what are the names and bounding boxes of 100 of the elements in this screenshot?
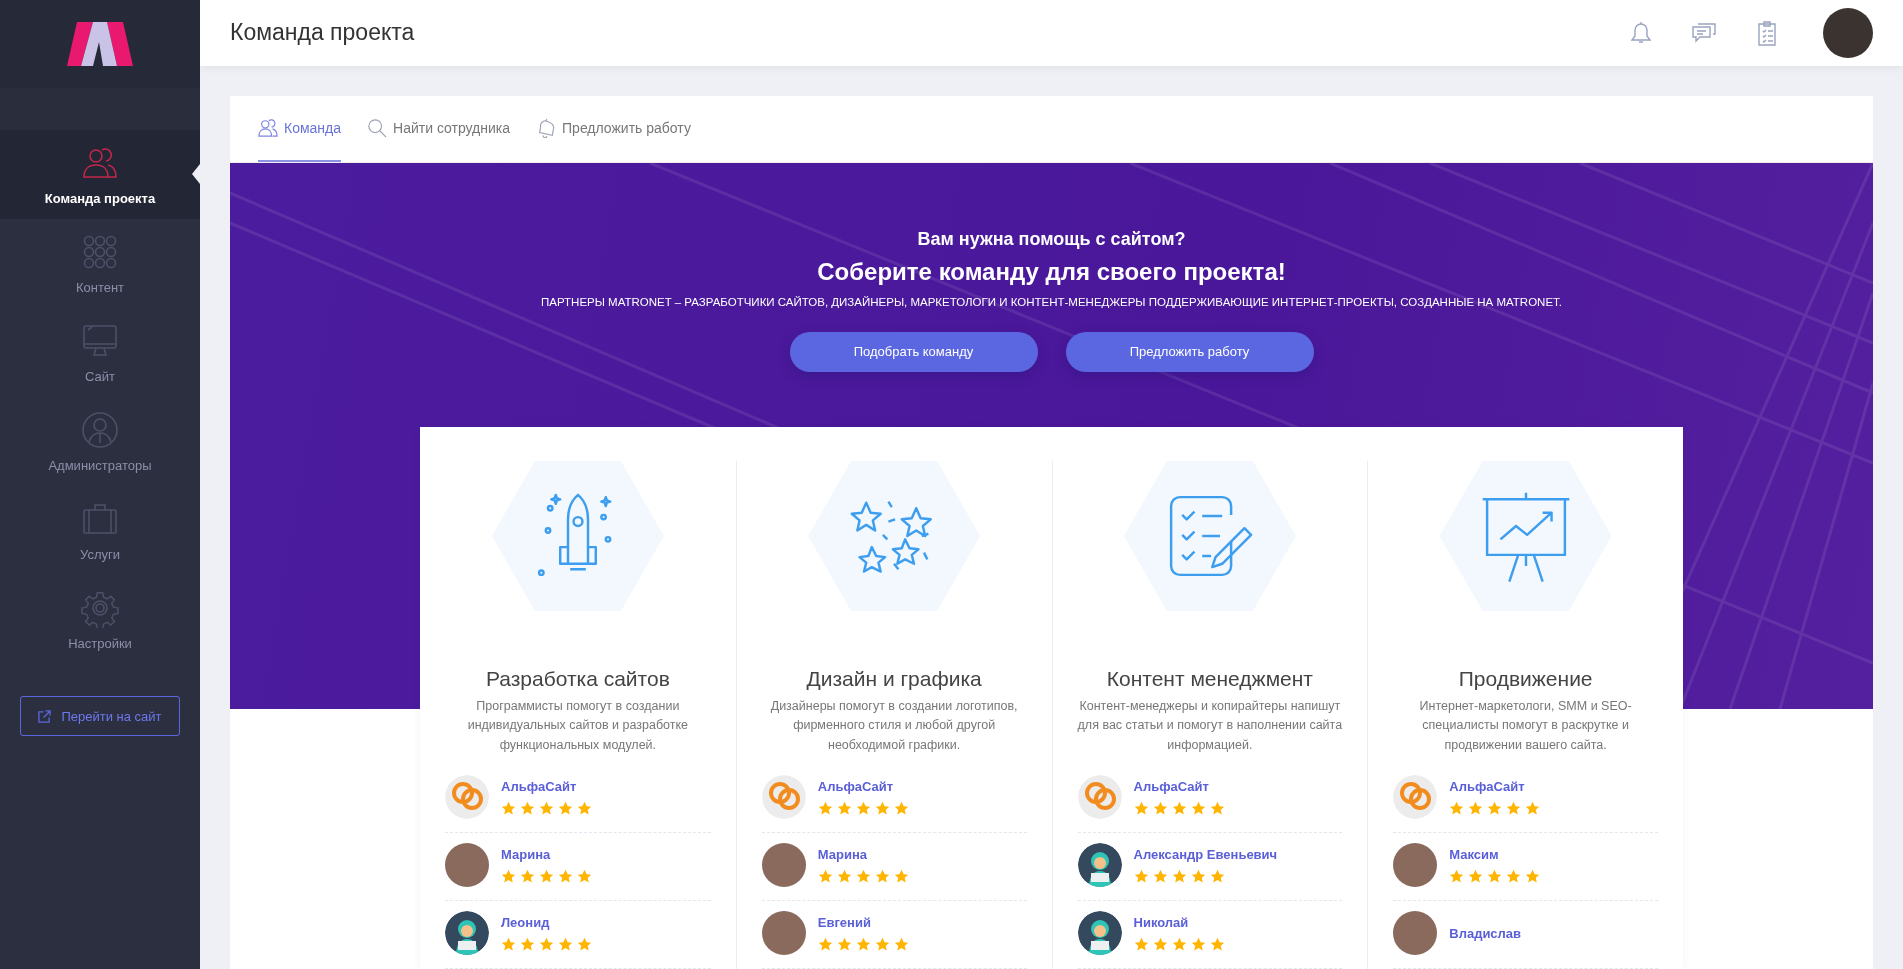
star-icon — [874, 936, 890, 952]
star-icon — [520, 868, 535, 884]
company-logo-icon — [445, 775, 489, 819]
category-title: Разработка сайтов — [485, 666, 670, 691]
member-name[interactable]: Александр Евеньевич — [1133, 846, 1278, 862]
banner-headline: Соберите команду для своего проекта! — [816, 257, 1287, 286]
avatar-silhouette-icon — [445, 911, 489, 955]
member-name[interactable]: Николай — [1133, 914, 1225, 930]
category-description: Дизайнеры помогут в создании логотипов, фирменного стиля и любой другой необходимой графики. — [769, 697, 1019, 754]
avatar-silhouette-icon — [1077, 843, 1122, 887]
category-description: Контент-менеджеры и копирайтеры напишут для вас статьи и помогут в наполнении сайта информацией. — [1077, 697, 1343, 754]
banner-button[interactable]: Предложить работу — [1065, 331, 1314, 372]
star-icon — [1468, 800, 1484, 816]
star-icon — [501, 936, 516, 952]
bell-icon[interactable] — [1629, 20, 1653, 45]
photo-placeholder — [761, 843, 806, 887]
banner-subtitle: ПАРТНЕРЫ MATRONET – РАЗРАБОТЧИКИ САЙТОВ, ДИЗАЙНЕРЫ, МАРКЕТОЛОГИ И КОНТЕНТ-МЕНЕДЖЕРЫ ПОДДЕРЖИВАЮЩИЕ ИНТЕРНЕТ-ПРОЕКТЫ, СОЗДАННЫЕ НА MATRONET. — [539, 295, 1564, 308]
star-icon — [577, 868, 592, 884]
page-title: Команда проекта — [230, 19, 415, 47]
company-logo-icon — [761, 775, 806, 819]
chat-icon[interactable] — [1691, 20, 1717, 45]
star-icon — [836, 800, 852, 816]
star-icon — [501, 868, 516, 884]
star-icon — [1133, 800, 1149, 816]
star-icon — [1209, 868, 1225, 884]
person-icon — [80, 410, 120, 450]
star-icon — [874, 800, 890, 816]
star-icon — [520, 936, 535, 952]
clipboard-icon[interactable] — [1755, 19, 1779, 46]
star-icon — [539, 800, 554, 816]
company-logo-icon — [1077, 775, 1122, 819]
sidebar-item[interactable]: Контент — [0, 219, 200, 308]
star-icon — [1487, 868, 1503, 884]
star-icon — [1190, 868, 1206, 884]
star-icon — [558, 800, 573, 816]
sidebar-item[interactable]: Сайт — [0, 308, 200, 397]
logo-icon — [67, 22, 133, 66]
star-icon — [1171, 868, 1187, 884]
star-icon — [817, 868, 833, 884]
star-icon — [501, 800, 516, 816]
star-icon — [577, 800, 592, 816]
external-link-icon — [38, 709, 52, 723]
star-icon — [874, 868, 890, 884]
star-icon — [836, 936, 852, 952]
search-icon — [367, 117, 388, 138]
sidebar-item[interactable]: Услуги — [0, 486, 200, 575]
star-icon — [893, 936, 909, 952]
tab[interactable]: Предложить работу — [536, 95, 691, 162]
sidebar-item[interactable]: Администраторы — [0, 397, 200, 486]
star-icon — [1506, 800, 1522, 816]
banner-question: Вам нужна помощь с сайтом? — [916, 228, 1187, 250]
star-icon — [539, 868, 554, 884]
star-icon — [893, 800, 909, 816]
star-icon — [1152, 936, 1168, 952]
member-name[interactable]: Марина — [501, 846, 592, 862]
category-title: Контент менеджмент — [1106, 666, 1313, 691]
photo-placeholder — [761, 911, 806, 955]
star-icon — [836, 868, 852, 884]
photo-placeholder — [445, 843, 489, 887]
tab[interactable]: Команда — [258, 95, 342, 162]
member-name[interactable]: АльфаСайт — [1133, 778, 1225, 794]
go-to-site-button[interactable]: Перейти на сайт — [20, 696, 180, 736]
member-name[interactable]: Марина — [817, 846, 909, 862]
star-icon — [520, 800, 535, 816]
member-name[interactable]: АльфаСайт — [1449, 778, 1541, 794]
star-icon — [1133, 868, 1149, 884]
star-icon — [1190, 936, 1206, 952]
company-logo-icon — [1393, 775, 1438, 819]
member-name[interactable]: Максим — [1449, 846, 1541, 862]
star-icon — [855, 800, 871, 816]
star-icon — [1133, 936, 1149, 952]
star-icon — [1152, 800, 1168, 816]
member-name[interactable]: Владислав — [1449, 925, 1522, 941]
member-name[interactable]: АльфаСайт — [501, 778, 592, 794]
star-icon — [1525, 868, 1541, 884]
category-description: Программисты помогут в создании индивидуальных сайтов и разработке функциональных модулей. — [466, 697, 690, 754]
tab[interactable]: Найти сотрудника — [367, 95, 511, 162]
member-name[interactable]: Леонид — [501, 914, 592, 930]
sidebar-item[interactable]: Настройки — [0, 575, 200, 664]
user-avatar[interactable] — [1823, 7, 1873, 58]
star-icon — [1171, 936, 1187, 952]
member-name[interactable]: Евгений — [817, 914, 909, 930]
star-icon — [1468, 868, 1484, 884]
star-icon — [1487, 800, 1503, 816]
photo-placeholder — [1393, 843, 1438, 887]
people-icon — [258, 117, 278, 138]
star-icon — [1209, 800, 1225, 816]
member-name[interactable]: АльфаСайт — [817, 778, 909, 794]
star-icon — [817, 936, 833, 952]
star-icon — [855, 936, 871, 952]
star-icon — [539, 936, 554, 952]
star-icon — [558, 936, 573, 952]
star-icon — [1449, 868, 1465, 884]
category-description: Интернет-маркетологи, SMM и SEO-специалисты помогут в раскрутке и продвижении вашего сайта. — [1418, 697, 1633, 754]
star-icon — [893, 868, 909, 884]
star-icon — [817, 800, 833, 816]
sidebar-item[interactable]: Команда проекта — [0, 130, 200, 219]
star-icon — [1152, 868, 1168, 884]
banner-button[interactable]: Подобрать команду — [789, 331, 1038, 372]
photo-placeholder — [1393, 911, 1438, 955]
